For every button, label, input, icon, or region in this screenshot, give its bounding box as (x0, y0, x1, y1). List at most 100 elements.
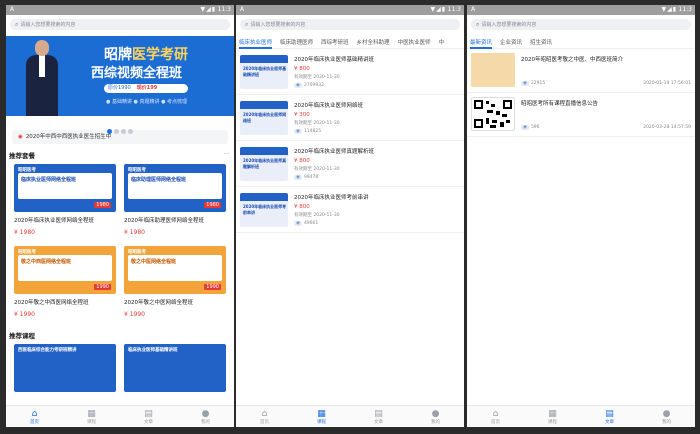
tab-category[interactable]: 西综考研班 (321, 37, 349, 48)
search-input[interactable]: ⌕ 请输入您想要搜索的内容 (471, 19, 691, 30)
course-teaser-card[interactable]: 临床执业医师基础精讲班 (120, 340, 230, 398)
carousel-dots[interactable] (6, 116, 234, 134)
package-thumbnail: 昭昭医考 临床执业医师网络全程班 1980 (14, 164, 116, 212)
tab-home[interactable]: ⌂ 首页 (236, 406, 293, 427)
tab-admission-news[interactable]: 招生资讯 (530, 37, 552, 48)
tab-courses[interactable]: ▦ 课程 (293, 406, 350, 427)
article-date: 2020-01-19 17:56:01 (643, 81, 691, 86)
tab-profile[interactable]: ● 我的 (638, 406, 695, 427)
signal-icon: ▼◢▮ (661, 6, 677, 13)
course-teaser-card[interactable]: 西医临床综合能力考研班精讲 (10, 340, 120, 398)
tab-articles[interactable]: ▤ 文章 (581, 406, 638, 427)
article-category-tabs: 最新资讯 企业资讯 招生资讯 (467, 37, 695, 49)
status-bar: A ▼◢▮ 11:3 (236, 5, 464, 15)
course-teaser-thumbnail: 临床执业医师基础精讲班 (124, 344, 226, 392)
course-price: ¥ 800 (294, 158, 310, 164)
course-item[interactable]: 2020年临床执业医师考前串讲 2020年临床执业医师考前串讲 ¥ 800 有效… (236, 187, 464, 233)
course-list: 2020年临床执业医师基础精讲班 2020年临床执业医师基础精讲班 ¥ 800 … (236, 49, 464, 233)
search-icon: ⌕ (245, 21, 249, 28)
article-views: ◉ 596 (521, 125, 540, 130)
eye-icon: ◉ (521, 125, 529, 130)
tab-articles[interactable]: ▤ 文章 (120, 406, 177, 427)
bottom-tab-bar: ⌂ 首页 ▦ 课程 ▤ 文章 ● 我的 (236, 405, 464, 427)
status-left: A (471, 6, 476, 13)
article-icon: ▤ (605, 409, 614, 419)
course-price: ¥ 800 (294, 204, 310, 210)
user-icon: ● (431, 409, 440, 419)
status-left: A (240, 6, 245, 13)
course-title: 2020年临床执业医师基础精讲班 (294, 57, 374, 63)
home-icon: ⌂ (31, 409, 38, 419)
eye-icon: ◉ (521, 81, 529, 86)
eye-icon: ◉ (294, 129, 302, 134)
course-thumbnail: 2020年临床执业医师基础精讲班 (240, 55, 288, 89)
search-input[interactable]: ⌕ 请输入您想要搜索的内容 (240, 19, 460, 30)
course-price: ¥ 800 (294, 66, 310, 72)
search-placeholder: 请输入您想要搜索的内容 (250, 22, 306, 28)
course-price: ¥ 300 (294, 112, 310, 118)
course-item[interactable]: 2020年临床执业医师基础精讲班 2020年临床执业医师基础精讲班 ¥ 800 … (236, 49, 464, 95)
tab-articles[interactable]: ▤ 文章 (350, 406, 407, 427)
tab-company-news[interactable]: 企业资讯 (500, 37, 522, 48)
article-title: 2020年昭昭医考敬之中医、中西医班简介 (521, 57, 623, 63)
tab-courses[interactable]: ▦ 课程 (524, 406, 581, 427)
package-title: 2020年临床助理医师网络全程班 (124, 218, 204, 224)
course-validity: 有效期至 2020-11-30 (294, 167, 340, 172)
promo-banner[interactable]: 昭牌医学考研 西综视频全程班 原价1990 现价199 ● 基础精讲 ● 真题精讲… (6, 36, 234, 116)
package-title: 2020年敬之中医网络全程班 (124, 300, 193, 306)
status-bar: A ▼◢▮ 11:3 (6, 5, 234, 15)
package-card[interactable]: 昭昭医考 临床助理医师网络全程班 1980 2020年临床助理医师网络全程班 ¥… (120, 160, 230, 242)
package-card[interactable]: 昭昭医考 敬之中西医网络全程班 1990 2020年敬之中西医网络全程班 ¥ 1… (10, 242, 120, 324)
article-item[interactable]: 2020年昭昭医考敬之中医、中西医班简介 ◉ 22915 2020-01-19 1… (467, 49, 695, 93)
package-price: ¥ 1990 (14, 311, 35, 318)
tab-latest-news[interactable]: 最新资讯 (470, 37, 493, 49)
article-list: 2020年昭昭医考敬之中医、中西医班简介 ◉ 22915 2020-01-19 1… (467, 49, 695, 137)
status-time: 11:3 (678, 6, 692, 13)
tab-category[interactable]: 乡村全科助理 (357, 37, 390, 48)
package-price: ¥ 1980 (14, 229, 35, 236)
tab-home[interactable]: ⌂ 首页 (6, 406, 63, 427)
home-icon: ⌂ (492, 409, 499, 419)
course-teaser-grid: 西医临床综合能力考研班精讲 临床执业医师基础精讲班 (6, 340, 234, 398)
tab-profile[interactable]: ● 我的 (177, 406, 234, 427)
status-bar: A ▼◢▮ 11:3 (467, 5, 695, 15)
package-thumbnail: 昭昭医考 敬之中医网络全程班 1990 (124, 246, 226, 294)
course-validity: 有效期至 2020-11-30 (294, 213, 340, 218)
tab-category[interactable]: 中 (439, 37, 445, 48)
course-thumbnail: 2020年临床执业医师网络班 (240, 101, 288, 135)
search-input[interactable]: ⌕ 请输入您想要搜索的内容 (10, 19, 230, 30)
tab-category[interactable]: 临床助理医师 (280, 37, 313, 48)
tab-profile[interactable]: ● 我的 (407, 406, 464, 427)
status-time: 11:3 (447, 6, 461, 13)
banner-title: 昭牌医学考研 (104, 47, 188, 63)
signal-icon: ▼◢▮ (200, 6, 216, 13)
tab-category[interactable]: 临床执业医师 (239, 37, 273, 49)
package-card[interactable]: 昭昭医考 敬之中医网络全程班 1990 2020年敬之中医网络全程班 ¥ 199… (120, 242, 230, 324)
tab-courses[interactable]: ▦ 课程 (63, 406, 120, 427)
package-card[interactable]: 昭昭医考 临床执业医师网络全程班 1980 2020年临床执业医师网络全程班 ¥… (10, 160, 120, 242)
article-icon: ▤ (144, 409, 153, 419)
course-title: 2020年临床执业医师网络班 (294, 103, 363, 109)
course-views: ◉ 114825 (294, 129, 322, 134)
tab-category[interactable]: 中医执业医师 (398, 37, 431, 48)
package-thumbnail: 昭昭医考 临床助理医师网络全程班 1980 (124, 164, 226, 212)
section-title-courses: 推荐课程 (9, 332, 35, 340)
article-item[interactable]: 昭昭医考所有课程直播信息公告 ◉ 596 2020-03-28 14:57:59 (467, 93, 695, 137)
course-validity: 有效期至 2020-11-30 (294, 121, 340, 126)
course-icon: ▦ (317, 409, 326, 419)
package-thumbnail: 昭昭医考 敬之中西医网络全程班 1990 (14, 246, 116, 294)
section-title-packages: 推荐套餐 ··· (9, 150, 230, 160)
search-icon: ⌕ (476, 21, 480, 28)
banner-price: 原价1990 现价199 (104, 84, 188, 93)
lecturer-photo (26, 40, 58, 116)
notice-bar[interactable]: ◉ 2020年中西中西医执业医生招生中 (12, 130, 228, 144)
eye-icon: ◉ (294, 221, 302, 226)
package-grid: 昭昭医考 临床执业医师网络全程班 1980 2020年临床执业医师网络全程班 ¥… (6, 160, 234, 324)
course-icon: ▦ (87, 409, 96, 419)
course-item[interactable]: 2020年临床执业医师网络班 2020年临床执业医师网络班 ¥ 300 有效期至… (236, 95, 464, 141)
course-category-tabs: 临床执业医师 临床助理医师 西综考研班 乡村全科助理 中医执业医师 中 (236, 37, 464, 49)
courses-screen: A ▼◢▮ 11:3 ⌕ 请输入您想要搜索的内容 临床执业医师 临床助理医师 西综… (236, 5, 464, 427)
tab-home[interactable]: ⌂ 首页 (467, 406, 524, 427)
course-item[interactable]: 2020年临床执业医师真题解析班 2020年临床执业医师真题解析班 ¥ 800 … (236, 141, 464, 187)
more-icon[interactable]: ··· (224, 150, 230, 158)
